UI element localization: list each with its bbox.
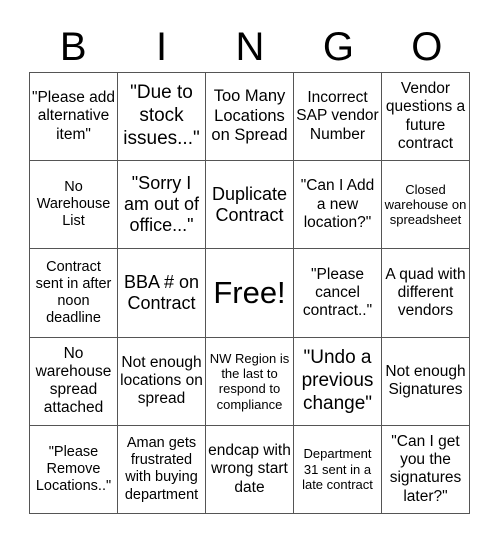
bingo-cell[interactable]: A quad with different vendors <box>381 248 469 337</box>
bingo-cell[interactable]: "Undo a previous change" <box>293 336 381 425</box>
header-letter-n: N <box>235 25 265 69</box>
bingo-cell[interactable]: Department 31 sent in a late contract <box>293 424 381 513</box>
bingo-cell[interactable]: Duplicate Contract <box>205 160 293 249</box>
bingo-grid: "Please add alternative item" "Due to st… <box>29 72 470 514</box>
header-letter-o: O <box>411 25 443 69</box>
bingo-cell[interactable]: "Please add alternative item" <box>29 72 117 161</box>
bingo-cell[interactable]: "Due to stock issues..." <box>117 72 205 161</box>
bingo-cell[interactable]: NW Region is the last to respond to comp… <box>205 336 293 425</box>
bingo-cell[interactable]: Contract sent in after noon deadline <box>29 248 117 337</box>
header-letter-g: G <box>322 25 354 69</box>
bingo-cell[interactable]: Not enough Signatures <box>381 336 469 425</box>
bingo-cell[interactable]: BBA # on Contract <box>117 248 205 337</box>
bingo-cell[interactable]: Not enough locations on spread <box>117 336 205 425</box>
bingo-cell[interactable]: Closed warehouse on spreadsheet <box>381 160 469 249</box>
bingo-cell[interactable]: Vendor questions a future contract <box>381 72 469 161</box>
bingo-cell[interactable]: Incorrect SAP vendor Number <box>293 72 381 161</box>
bingo-cell[interactable]: Aman gets frustrated with buying departm… <box>117 424 205 513</box>
bingo-cell[interactable]: "Please cancel contract.." <box>293 248 381 337</box>
bingo-cell[interactable]: "Please Remove Locations.." <box>29 424 117 513</box>
bingo-cell[interactable]: No warehouse spread attached <box>29 336 117 425</box>
header-letter-b: B <box>59 25 87 69</box>
bingo-cell[interactable]: Too Many Locations on Spread <box>205 72 293 161</box>
bingo-cell[interactable]: "Sorry I am out of office..." <box>117 160 205 249</box>
bingo-cell[interactable]: "Can I get you the signatures later?" <box>381 424 469 513</box>
bingo-cell[interactable]: "Can I Add a new location?" <box>293 160 381 249</box>
free-space-cell[interactable]: Free! <box>205 248 293 337</box>
bingo-header: B I N G O <box>29 22 471 72</box>
bingo-cell[interactable]: No Warehouse List <box>29 160 117 249</box>
header-letter-i: I <box>156 25 168 69</box>
bingo-cell[interactable]: endcap with wrong start date <box>205 424 293 513</box>
